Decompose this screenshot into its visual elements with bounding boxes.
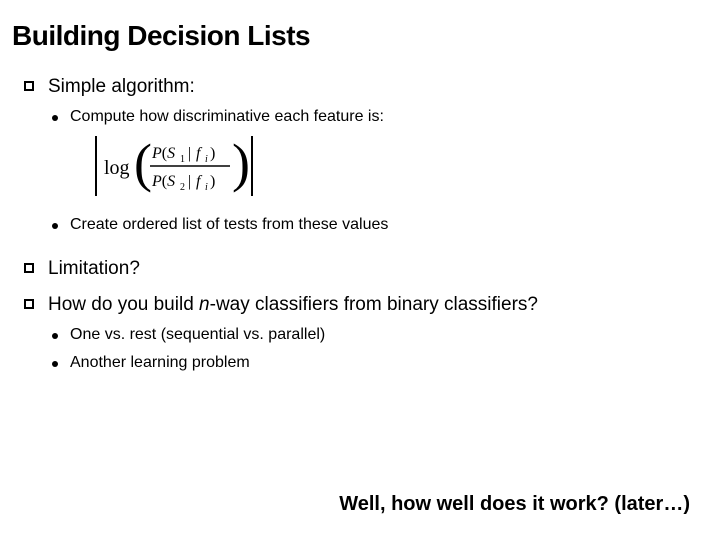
svg-text:): ) — [210, 173, 215, 190]
item-content: How do you build n-way classifiers from … — [48, 294, 538, 382]
svg-text:(: ( — [134, 134, 152, 193]
svg-text:i: i — [205, 154, 208, 165]
dot-bullet-icon — [52, 333, 58, 339]
svg-text:|: | — [188, 173, 191, 190]
item-text-post: -way classifiers from binary classifiers… — [210, 294, 538, 315]
sub-list: Compute how discriminative each feature … — [48, 108, 388, 234]
item-text: Simple algorithm: — [48, 76, 195, 97]
footer-text: Well, how well does it work? (later…) — [339, 493, 690, 516]
dot-bullet-icon — [52, 361, 58, 367]
sub-item-text: Another learning problem — [70, 354, 250, 372]
dot-bullet-icon — [52, 115, 58, 121]
square-bullet-icon — [24, 299, 34, 309]
svg-text:log: log — [104, 157, 130, 179]
sub-item: Create ordered list of tests from these … — [52, 216, 388, 234]
square-bullet-icon — [24, 81, 34, 91]
bullet-list: Simple algorithm: Compute how discrimina… — [12, 76, 700, 382]
item-text-em: n — [199, 294, 210, 315]
sub-item: One vs. rest (sequential vs. parallel) — [52, 326, 538, 344]
item-text: Limitation? — [48, 258, 140, 279]
sub-item-text: One vs. rest (sequential vs. parallel) — [70, 326, 325, 344]
sub-item-text: Compute how discriminative each feature … — [70, 108, 384, 206]
sub-item-text: Create ordered list of tests from these … — [70, 216, 388, 234]
item-content: Limitation? — [48, 258, 140, 280]
svg-text:f: f — [196, 145, 203, 162]
sub-item: Compute how discriminative each feature … — [52, 108, 388, 206]
slide-title: Building Decision Lists — [12, 20, 700, 52]
svg-text:P(S: P(S — [151, 145, 175, 162]
list-item: Simple algorithm: Compute how discrimina… — [24, 76, 700, 244]
square-bullet-icon — [24, 263, 34, 273]
sub-item: Another learning problem — [52, 354, 538, 372]
svg-text:): ) — [232, 134, 250, 193]
svg-text:): ) — [210, 145, 215, 162]
svg-text:i: i — [205, 182, 208, 193]
item-text-pre: How do you build — [48, 294, 199, 315]
dot-bullet-icon — [52, 223, 58, 229]
formula: log ( ) P(S 1 | — [94, 134, 384, 198]
sub-list: One vs. rest (sequential vs. parallel) A… — [48, 326, 538, 372]
list-item: Limitation? — [24, 258, 700, 280]
svg-text:2: 2 — [180, 182, 185, 193]
svg-text:f: f — [196, 173, 203, 190]
svg-text:1: 1 — [180, 154, 185, 165]
svg-text:|: | — [188, 145, 191, 162]
svg-text:P(S: P(S — [151, 173, 175, 190]
list-item: How do you build n-way classifiers from … — [24, 294, 700, 382]
item-content: Simple algorithm: Compute how discrimina… — [48, 76, 388, 244]
